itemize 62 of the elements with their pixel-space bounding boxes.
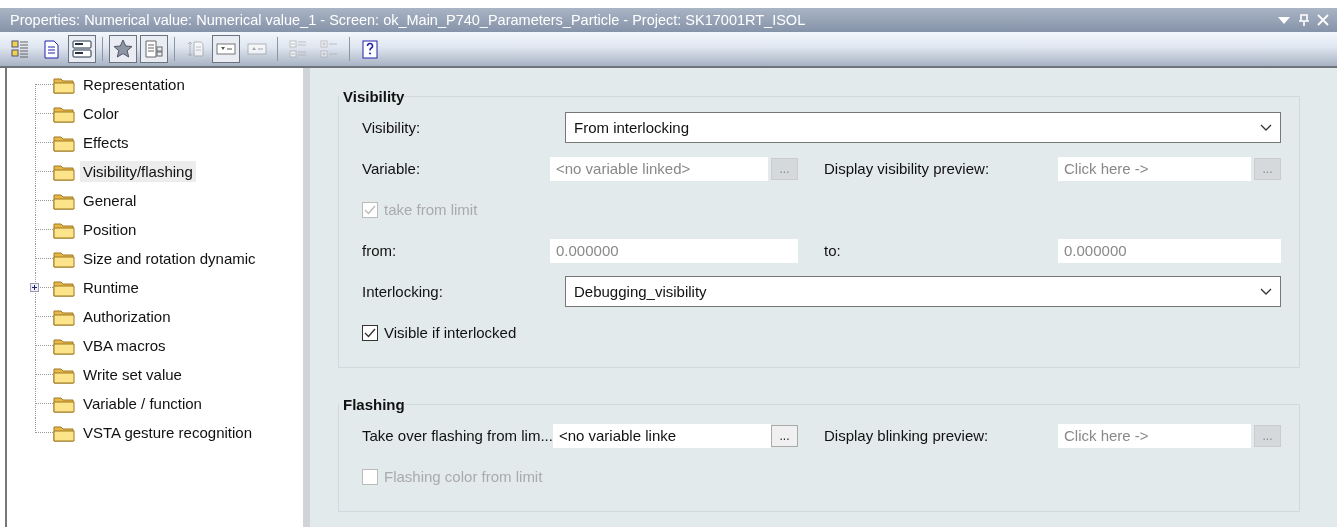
tree-item[interactable]: Runtime: [80, 277, 142, 298]
folder-icon: [53, 336, 75, 355]
dropdown-button[interactable]: [212, 35, 240, 63]
tree-item[interactable]: General: [80, 190, 140, 211]
chevron-down-icon: [1260, 123, 1272, 132]
tree-item[interactable]: Write set value: [80, 364, 185, 385]
tree-item[interactable]: Visibility/flashing: [80, 161, 196, 182]
folder-icon: [53, 191, 75, 210]
expand-icon[interactable]: [30, 283, 39, 292]
group-title: Flashing: [342, 396, 405, 413]
text-field[interactable]: <no variable linke: [552, 423, 771, 448]
star-icon: [113, 39, 133, 59]
checked-box-icon[interactable]: [362, 324, 378, 341]
field-label: Variable:: [362, 160, 422, 177]
star-button[interactable]: [109, 35, 137, 63]
document-grid-icon: [144, 39, 164, 59]
dropdown[interactable]: From interlocking: [565, 112, 1281, 143]
checkbox[interactable]: Visible if interlocked: [362, 324, 517, 341]
tree-item[interactable]: Variable / function: [80, 393, 205, 414]
tree-item[interactable]: Representation: [80, 74, 188, 95]
tree-item[interactable]: Size and rotation dynamic: [80, 248, 259, 269]
form-button[interactable]: [68, 35, 96, 63]
folder-icon: [53, 249, 75, 268]
tree-item[interactable]: Authorization: [80, 306, 174, 327]
folder-icon: [53, 162, 75, 181]
collapse-all-icon: [288, 39, 308, 59]
folder-icon: [53, 307, 75, 326]
text-height-icon: [185, 39, 205, 59]
tree-item[interactable]: Effects: [80, 132, 132, 153]
help-icon: [360, 39, 380, 59]
window-title: Properties: Numerical value: Numerical value_1 - Screen: ok_Main_P740_Parameters_Particle - Project: SK17001RT_ISOL: [10, 12, 807, 28]
dropdown-arrow-icon[interactable]: [1277, 15, 1291, 25]
field-label: Visibility:: [362, 119, 421, 136]
field-label: Display visibility preview:: [824, 160, 991, 177]
field-label: Interlocking:: [362, 283, 443, 300]
browse-button[interactable]: ...: [771, 424, 798, 447]
tree-item[interactable]: Position: [80, 219, 140, 240]
folder-icon: [53, 278, 75, 297]
folder-icon: [53, 423, 75, 442]
tree-item[interactable]: Color: [80, 103, 122, 124]
close-icon[interactable]: [1317, 14, 1329, 26]
form-icon: [72, 39, 92, 59]
field-label: Display blinking preview:: [824, 427, 990, 444]
dropdown[interactable]: Debugging_visibility: [565, 276, 1281, 307]
field-label: from:: [362, 242, 398, 259]
folder-icon: [53, 220, 75, 239]
folder-icon: [53, 133, 75, 152]
list-icon: [10, 39, 30, 59]
group-title: Visibility: [342, 88, 405, 105]
chevron-down-icon: [1260, 287, 1272, 296]
tree-item[interactable]: VBA macros: [80, 335, 169, 356]
field-label: to:: [824, 242, 842, 259]
folder-icon: [53, 365, 75, 384]
page-icon: [41, 39, 61, 59]
folder-icon: [53, 75, 75, 94]
document-grid-button[interactable]: [140, 35, 168, 63]
expand-all-icon: [319, 39, 339, 59]
field-label: Take over flashing from lim...: [362, 427, 553, 444]
pin-icon[interactable]: [1299, 14, 1309, 26]
tree-item[interactable]: VSTA gesture recognition: [80, 422, 255, 443]
folder-icon: [53, 394, 75, 413]
folder-icon: [53, 104, 75, 123]
